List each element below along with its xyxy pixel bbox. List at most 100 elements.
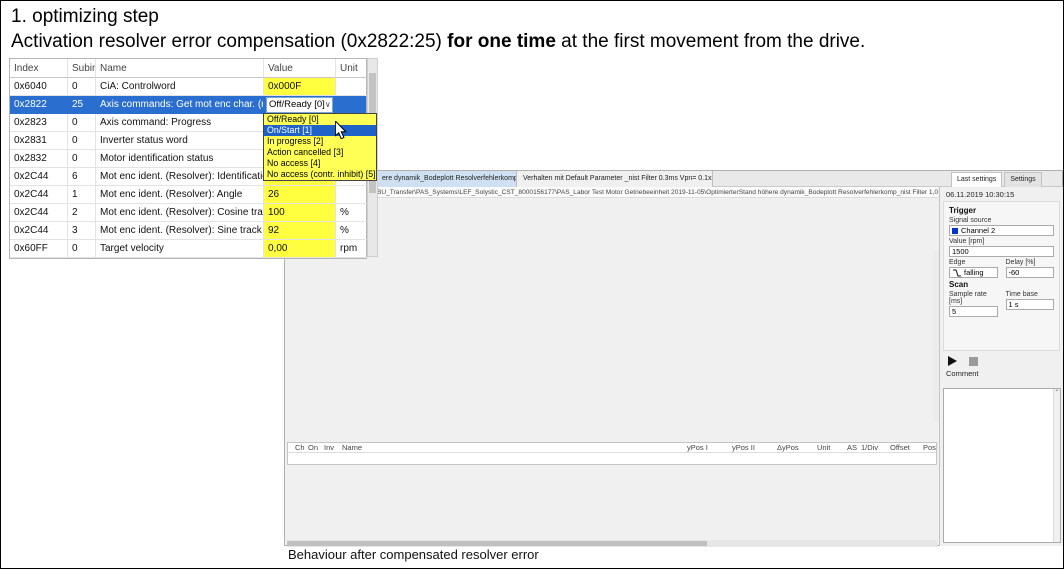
param-row[interactable]: 0x2C442Mot enc ident. (Resolver): Cosine… [10,204,366,222]
column-header: AS [845,442,859,453]
edge-field[interactable]: falling [949,267,998,278]
param-index: 0x2C44 [10,204,68,222]
scope-window: ere dynamik_Bodeplott Resolverfehlerkomp… [284,170,1063,546]
dropdown-item[interactable]: No access (contr. inhibit) [5] [264,169,376,180]
param-name: Mot enc ident. (Resolver): Identificatio… [96,168,264,186]
value-combobox[interactable]: Off/Ready [0]∨ [266,97,333,113]
param-value: 0,00 [264,240,336,258]
dropdown-item[interactable]: On/Start [1] [264,125,376,136]
comment-scrollbar[interactable]: ⌃ [1053,389,1060,542]
column-header: Inv [322,442,340,453]
param-subindex: 6 [68,168,96,186]
comment-label: Comment [946,369,1057,378]
param-subindex: 3 [68,222,96,240]
param-name: Axis commands: Get mot enc char. (resol.… [96,96,264,114]
edge-label: Edge [949,259,998,266]
param-subindex: 0 [68,114,96,132]
stop-button[interactable] [969,357,978,366]
channel-table-scrollbar[interactable] [287,540,937,547]
time-base-label: Time base [1006,291,1055,298]
param-unit: % [336,204,368,222]
tab-settings[interactable]: Settings [1004,172,1041,187]
column-header: Unit [336,59,368,78]
trigger-value-field[interactable]: 1500 [949,246,1054,257]
sidebar-tabs: Last settings Settings [951,172,1042,187]
param-index: 0x6040 [10,78,68,96]
param-index: 0x2822 [10,96,68,114]
param-subindex: 2 [68,204,96,222]
tab-document-2[interactable]: Verhalten mit Default Parameter _nist Fi… [517,171,713,187]
param-row[interactable]: 0x60FF0Target velocity0,00rpm [10,240,366,258]
param-index: 0x2C44 [10,222,68,240]
dropdown-item[interactable]: Off/Ready [0] [264,114,376,125]
figure-caption: Behaviour after compensated resolver err… [288,547,539,562]
subtitle-post: at the first movement from the drive. [556,31,865,52]
param-subindex: 0 [68,150,96,168]
scan-heading: Scan [949,280,1054,289]
param-name: Target velocity [96,240,264,258]
param-name: Mot enc ident. (Resolver): Sine track ga… [96,222,264,240]
dropdown-item[interactable]: No access [4] [264,158,376,169]
column-header: ΔyPos [775,442,815,453]
param-subindex: 25 [68,96,96,114]
comment-box[interactable]: ⌃ [943,388,1061,543]
edge-value: falling [964,268,984,277]
param-unit [336,96,368,114]
param-value: 26 [264,186,336,204]
param-row[interactable]: 0x282225Axis commands: Get mot enc char.… [10,96,366,114]
column-header: Index [10,59,68,78]
delay-field[interactable]: -60 [1006,267,1055,278]
param-row[interactable]: 0x60400CiA: Controlword0x000F [10,78,366,96]
param-index: 0x2C44 [10,186,68,204]
column-header: Ch [293,442,306,453]
param-row[interactable]: 0x2C443Mot enc ident. (Resolver): Sine t… [10,222,366,240]
trigger-value-label: Value [rpm] [949,238,1054,245]
param-value: 100 [264,204,336,222]
param-unit: rpm [336,240,368,258]
param-subindex: 0 [68,78,96,96]
param-value: 0x000F [264,78,336,96]
channel-table-header: ChOnInvNameyPos IyPos IIΔyPosUnitAS1/Div… [288,443,936,453]
signal-source-field[interactable]: Channel 2 [949,225,1054,236]
param-index: 0x60FF [10,240,68,258]
param-index: 0x2C44 [10,168,68,186]
sample-rate-field[interactable]: 5 [949,306,998,317]
channel-table: ChOnInvNameyPos IyPos IIΔyPosUnitAS1/Div… [287,442,937,465]
param-name: Motor identification status [96,150,264,168]
page-title: 1. optimizing step [11,6,159,28]
param-name: Mot enc ident. (Resolver): Cosine track … [96,204,264,222]
scrollbar-thumb[interactable] [287,541,707,546]
settings-sidebar: 06.11.2019 10:30:15 Trigger Signal sourc… [939,187,1063,546]
param-unit [336,78,368,96]
channel-color-swatch [952,228,958,234]
column-header: 1/Div [859,442,888,453]
file-path: Zde00f\Data2\Automation\07_BU_Transfer\P… [286,187,938,198]
signal-source-label: Signal source [949,217,1054,224]
param-index: 0x2831 [10,132,68,150]
scope-plot [285,235,937,435]
channel-row[interactable] [288,453,936,464]
chevron-down-icon: ∨ [325,98,331,112]
falling-edge-icon [952,269,962,277]
tab-last-settings[interactable]: Last settings [951,172,1002,187]
page: 1. optimizing step Activation resolver e… [0,0,1064,569]
param-subindex: 0 [68,132,96,150]
param-name: Axis command: Progress [96,114,264,132]
dropdown-item[interactable]: Action cancelled [3] [264,147,376,158]
column-header: Offset [888,442,921,453]
column-header: On [306,442,322,453]
column-header: yPos II [730,442,775,453]
dropdown-item[interactable]: In progress [2] [264,136,376,147]
mouse-cursor [335,121,347,139]
param-unit [336,186,368,204]
play-button[interactable] [948,356,957,366]
param-subindex: 1 [68,186,96,204]
subtitle-bold: for one time [447,31,556,52]
trigger-scan-panel: Trigger Signal source Channel 2 Value [r… [943,201,1060,351]
param-unit: % [336,222,368,240]
time-base-field[interactable]: 1 s [1006,299,1055,310]
timestamp: 06.11.2019 10:30:15 [946,190,1057,199]
param-name: Mot enc ident. (Resolver): Angle [96,186,264,204]
param-row[interactable]: 0x2C441Mot enc ident. (Resolver): Angle2… [10,186,366,204]
param-name: CiA: Controlword [96,78,264,96]
